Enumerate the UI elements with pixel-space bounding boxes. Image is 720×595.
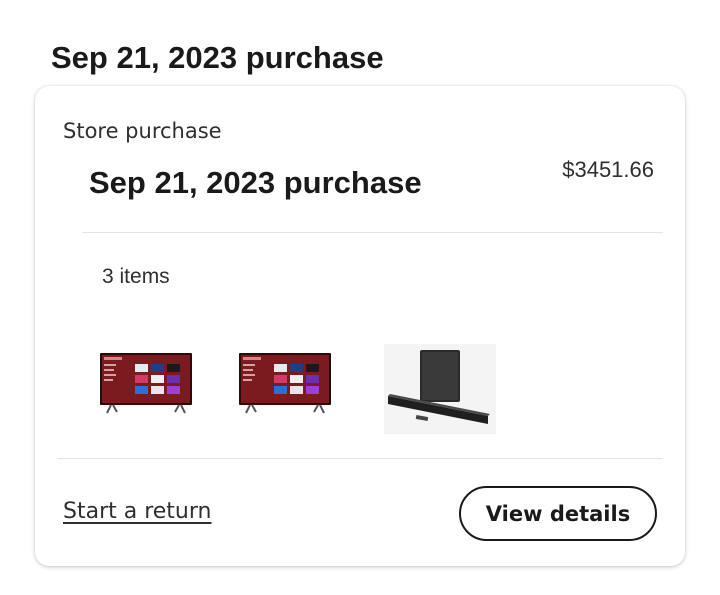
start-return-link[interactable]: Start a return (63, 499, 211, 524)
items-count: 3 items (102, 265, 170, 288)
divider (82, 232, 663, 233)
order-total-price: $3451.66 (562, 157, 654, 182)
item-thumbnail-tv-1[interactable] (99, 352, 193, 416)
item-thumbnail-soundbar[interactable] (384, 344, 496, 434)
order-card: Store purchase Sep 21, 2023 purchase $34… (35, 86, 685, 566)
tv-icon (100, 353, 192, 414)
view-details-button[interactable]: View details (459, 486, 657, 541)
store-purchase-label: Store purchase (63, 119, 222, 143)
soundbar-icon (384, 344, 496, 434)
page-heading: Sep 21, 2023 purchase (51, 40, 384, 75)
item-thumbnail-tv-2[interactable] (238, 352, 332, 416)
order-title: Sep 21, 2023 purchase (89, 165, 422, 200)
tv-icon (239, 353, 331, 414)
divider (57, 458, 663, 459)
